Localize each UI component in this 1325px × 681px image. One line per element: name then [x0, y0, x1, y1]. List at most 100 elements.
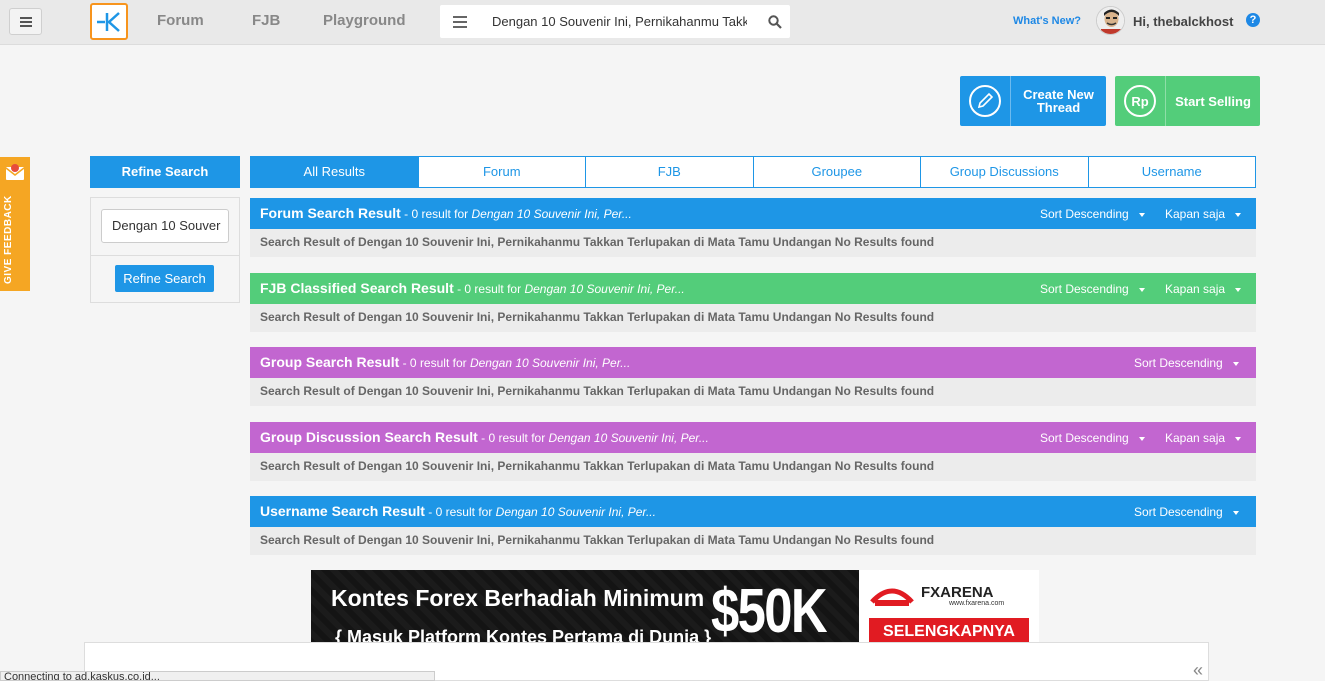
tab-all-results[interactable]: All Results	[251, 157, 418, 187]
result-title: Forum Search Result - 0 result for Denga…	[260, 205, 632, 221]
refine-search-header: Refine Search	[90, 156, 240, 188]
avatar-face-icon	[1097, 7, 1124, 34]
rupiah-text: Rp	[1131, 94, 1148, 109]
result-body: Search Result of Dengan 10 Souvenir Ini,…	[250, 453, 1256, 481]
ad-right-panel: FXARENA www.fxarena.com SELENGKAPNYA	[859, 570, 1039, 645]
whats-new-link[interactable]: What's New?	[1013, 15, 1081, 27]
start-selling-button[interactable]: Rp Start Selling	[1115, 76, 1260, 126]
result-title-text: Forum Search Result	[260, 205, 401, 221]
caret-down-icon	[1232, 361, 1239, 366]
caret-down-icon	[1235, 287, 1242, 292]
divider	[91, 255, 239, 256]
give-feedback-tab[interactable]: GIVE FEEDBACK	[0, 157, 30, 291]
result-count: - 0 result for	[399, 356, 470, 370]
search-category-button[interactable]	[440, 5, 480, 38]
result-title-text: Group Search Result	[260, 354, 400, 370]
nav-playground-link[interactable]: Playground	[323, 12, 406, 29]
caret-down-icon	[1235, 212, 1242, 217]
fjb-search-result: FJB Classified Search Result - 0 result …	[250, 273, 1256, 332]
ad-brand: FXARENA	[921, 584, 994, 601]
rupiah-icon: Rp	[1124, 85, 1156, 117]
result-title: Group Discussion Search Result - 0 resul…	[260, 429, 709, 445]
result-header: Forum Search Result - 0 result for Denga…	[250, 198, 1256, 229]
group-search-result: Group Search Result - 0 result for Denga…	[250, 347, 1256, 406]
collapse-double-chevron-icon[interactable]: «	[1193, 660, 1203, 681]
group-discussion-search-result: Group Discussion Search Result - 0 resul…	[250, 422, 1256, 481]
time-dropdown[interactable]: Kapan saja	[1165, 282, 1242, 296]
time-dropdown[interactable]: Kapan saja	[1165, 207, 1242, 221]
result-title-text: Group Discussion Search Result	[260, 429, 478, 445]
result-query: Dengan 10 Souvenir Ini, Per...	[524, 282, 685, 296]
hamburger-icon	[19, 16, 32, 27]
user-greeting[interactable]: Hi, thebalckhost	[1133, 14, 1233, 29]
ad-amount: $50K	[711, 577, 828, 645]
ad-banner[interactable]: Kontes Forex Berhadiah Minimum { Masuk P…	[311, 570, 1039, 645]
create-thread-label: Create New Thread	[1023, 87, 1094, 115]
create-thread-icon-wrap	[960, 76, 1011, 126]
search-button[interactable]	[768, 5, 782, 38]
result-body: Search Result of Dengan 10 Souvenir Ini,…	[250, 378, 1256, 406]
caret-down-icon	[1138, 287, 1145, 292]
result-tabs: All Results Forum FJB Groupee Group Disc…	[250, 156, 1256, 188]
arena-logo-icon	[870, 588, 914, 606]
username-search-result: Username Search Result - 0 result for De…	[250, 496, 1256, 555]
hamburger-menu-button[interactable]	[9, 8, 42, 35]
refine-search-input[interactable]: Dengan 10 Souver	[101, 209, 229, 243]
sort-dropdown[interactable]: Sort Descending	[1040, 282, 1145, 296]
sort-dropdown[interactable]: Sort Descending	[1134, 505, 1239, 519]
caret-down-icon	[1235, 436, 1242, 441]
refine-search-button[interactable]: Refine Search	[115, 265, 214, 292]
ad-cta-button[interactable]: SELENGKAPNYA	[869, 618, 1029, 645]
search-input[interactable]: Dengan 10 Souvenir Ini, Pernikahanmu Tak…	[492, 14, 747, 29]
result-body: Search Result of Dengan 10 Souvenir Ini,…	[250, 304, 1256, 332]
refine-search-panel: Dengan 10 Souver Refine Search	[90, 197, 240, 303]
caret-down-icon	[1232, 510, 1239, 515]
sort-dropdown[interactable]: Sort Descending	[1134, 356, 1239, 370]
tab-fjb[interactable]: FJB	[585, 157, 753, 187]
kaskus-logo[interactable]	[90, 3, 128, 40]
result-title: Group Search Result - 0 result for Denga…	[260, 354, 630, 370]
tab-groupee[interactable]: Groupee	[752, 157, 921, 187]
result-query: Dengan 10 Souvenir Ini, Per...	[471, 207, 632, 221]
sort-label: Sort Descending	[1040, 431, 1129, 445]
result-header: FJB Classified Search Result - 0 result …	[250, 273, 1256, 304]
browser-status-bar: Connecting to ad.kaskus.co.id...	[0, 671, 435, 681]
tab-username[interactable]: Username	[1087, 157, 1256, 187]
user-avatar[interactable]	[1096, 6, 1125, 35]
result-header: Username Search Result - 0 result for De…	[250, 496, 1256, 527]
ad-url: www.fxarena.com	[949, 600, 1005, 607]
time-label: Kapan saja	[1165, 431, 1226, 445]
tab-group-discussions[interactable]: Group Discussions	[920, 157, 1088, 187]
result-count: - 0 result for	[477, 431, 549, 445]
result-header: Group Search Result - 0 result for Denga…	[250, 347, 1256, 378]
result-body: Search Result of Dengan 10 Souvenir Ini,…	[250, 229, 1256, 257]
result-query: Dengan 10 Souvenir Ini, Per...	[495, 505, 656, 519]
envelope-icon	[5, 164, 25, 180]
sort-dropdown[interactable]: Sort Descending	[1040, 207, 1145, 221]
result-count: - 0 result for	[424, 505, 496, 519]
help-icon[interactable]: ?	[1246, 13, 1260, 27]
result-title-text: Username Search Result	[260, 503, 425, 519]
search-icon	[768, 14, 782, 29]
result-query: Dengan 10 Souvenir Ini, Per...	[469, 356, 631, 370]
nav-fjb-link[interactable]: FJB	[252, 12, 280, 29]
result-header: Group Discussion Search Result - 0 resul…	[250, 422, 1256, 453]
create-thread-button[interactable]: Create New Thread	[960, 76, 1106, 126]
sort-label: Sort Descending	[1134, 356, 1223, 370]
time-dropdown[interactable]: Kapan saja	[1165, 431, 1242, 445]
sort-dropdown[interactable]: Sort Descending	[1040, 431, 1145, 445]
result-title-text: FJB Classified Search Result	[260, 280, 454, 296]
sort-label: Sort Descending	[1040, 282, 1129, 296]
nav-forum-link[interactable]: Forum	[157, 12, 204, 29]
ad-left-panel: Kontes Forex Berhadiah Minimum { Masuk P…	[311, 570, 859, 645]
list-icon	[453, 15, 467, 28]
result-count: - 0 result for	[400, 207, 472, 221]
result-title: FJB Classified Search Result - 0 result …	[260, 280, 685, 296]
search-bar: Dengan 10 Souvenir Ini, Pernikahanmu Tak…	[440, 5, 790, 38]
kaskus-k-icon	[97, 11, 120, 32]
sort-label: Sort Descending	[1134, 505, 1223, 519]
result-body: Search Result of Dengan 10 Souvenir Ini,…	[250, 527, 1256, 555]
tab-forum[interactable]: Forum	[417, 157, 586, 187]
time-label: Kapan saja	[1165, 207, 1226, 221]
forum-search-result: Forum Search Result - 0 result for Denga…	[250, 198, 1256, 257]
